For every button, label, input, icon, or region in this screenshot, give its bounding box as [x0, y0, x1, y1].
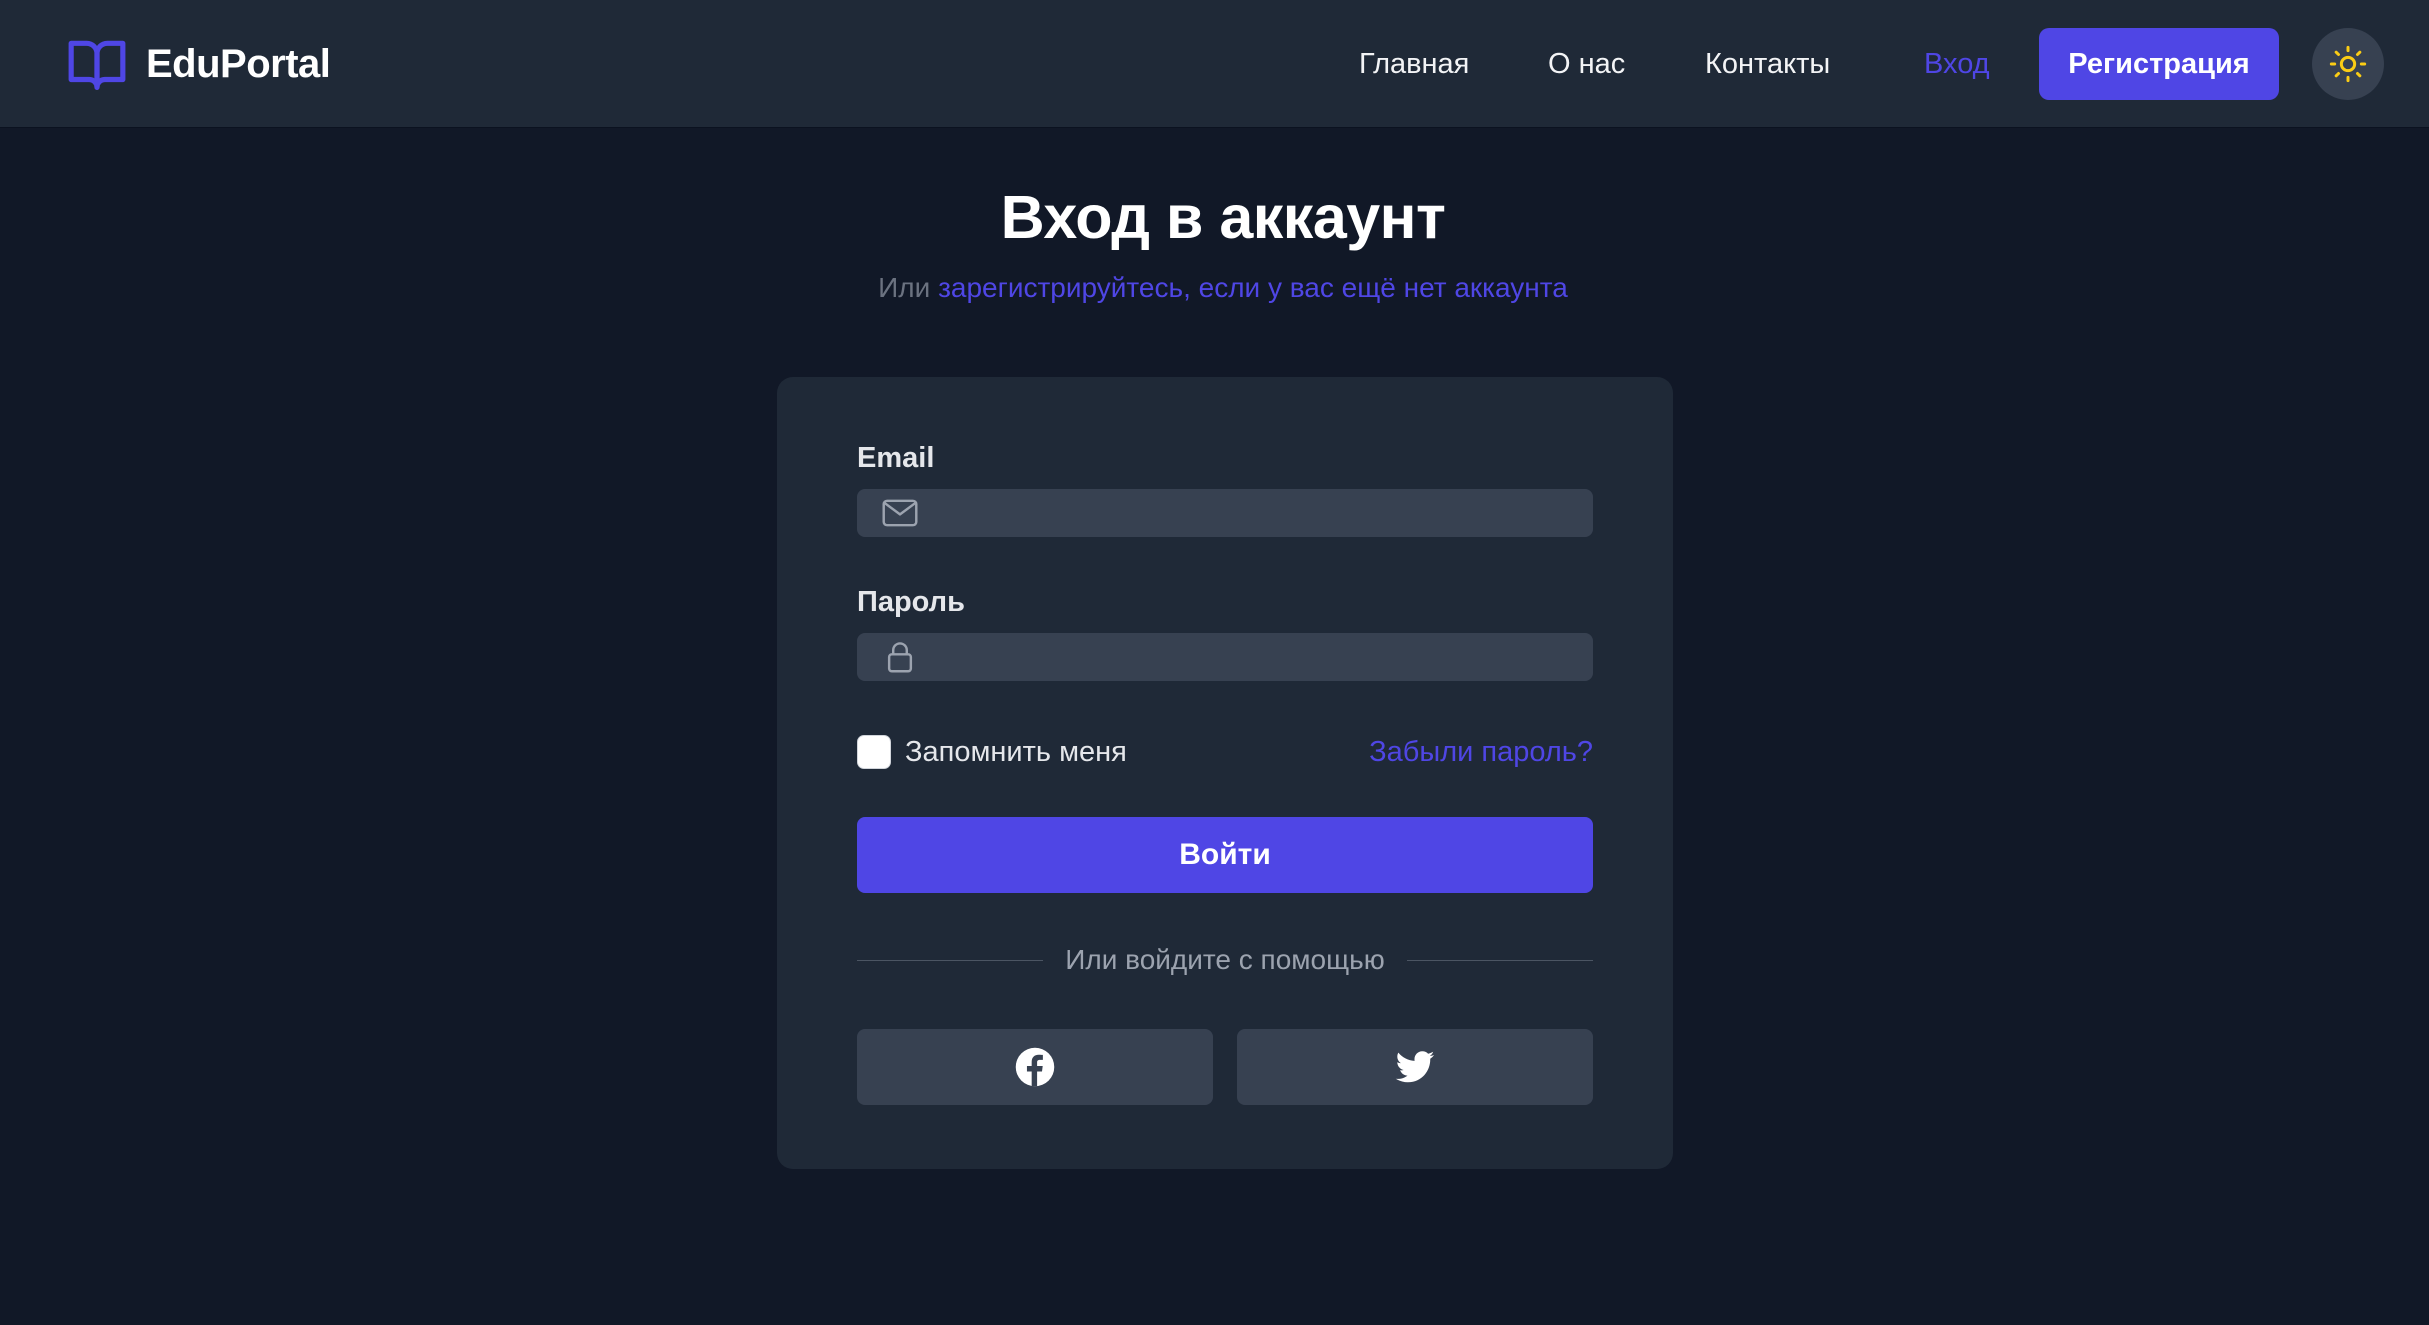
login-card: Email Пароль Запомнить меня Забыли парол… — [777, 377, 1673, 1169]
facebook-icon — [1014, 1046, 1056, 1088]
nav-link-about[interactable]: О нас — [1548, 40, 1625, 88]
login-submit-button[interactable]: Войти — [857, 817, 1593, 893]
subtitle-prefix: Или — [878, 272, 931, 303]
remember-me-checkbox[interactable] — [857, 735, 891, 769]
nav-link-login[interactable]: Вход — [1924, 40, 1990, 88]
social-divider: Или войдите с помощью — [857, 941, 1593, 981]
password-input[interactable] — [937, 633, 1577, 681]
email-label: Email — [857, 442, 935, 474]
facebook-login-button[interactable] — [857, 1029, 1213, 1105]
nav-link-contacts[interactable]: Контакты — [1705, 40, 1830, 88]
brand-logo-link[interactable]: EduPortal — [66, 30, 331, 98]
twitter-login-button[interactable] — [1237, 1029, 1593, 1105]
page: EduPortal Главная О нас Контакты Вход Ре… — [0, 0, 2429, 1325]
envelope-icon — [881, 496, 919, 530]
forgot-password-link[interactable]: Забыли пароль? — [1369, 731, 1593, 773]
twitter-icon — [1394, 1046, 1436, 1088]
sun-icon — [2328, 44, 2368, 84]
nav-link-home[interactable]: Главная — [1359, 40, 1469, 88]
register-link[interactable]: зарегистрируйтесь, если у вас ещё нет ак… — [938, 272, 1568, 303]
theme-toggle-button[interactable] — [2312, 28, 2384, 100]
remember-me-label: Запомнить меня — [905, 735, 1127, 768]
top-navbar: EduPortal Главная О нас Контакты Вход Ре… — [0, 0, 2429, 128]
email-input[interactable] — [937, 489, 1577, 537]
email-field-wrapper — [857, 489, 1593, 537]
register-button[interactable]: Регистрация — [2039, 28, 2279, 100]
page-subtitle: Или зарегистрируйтесь, если у вас ещё не… — [0, 272, 2429, 304]
open-book-icon — [66, 33, 128, 95]
brand-name: EduPortal — [146, 41, 331, 86]
remember-me[interactable]: Запомнить меня — [857, 731, 1127, 773]
password-field-wrapper — [857, 633, 1593, 681]
divider-line-right — [1407, 960, 1593, 961]
password-label: Пароль — [857, 586, 965, 618]
page-title: Вход в аккаунт — [1000, 183, 1446, 251]
lock-icon — [881, 640, 919, 674]
